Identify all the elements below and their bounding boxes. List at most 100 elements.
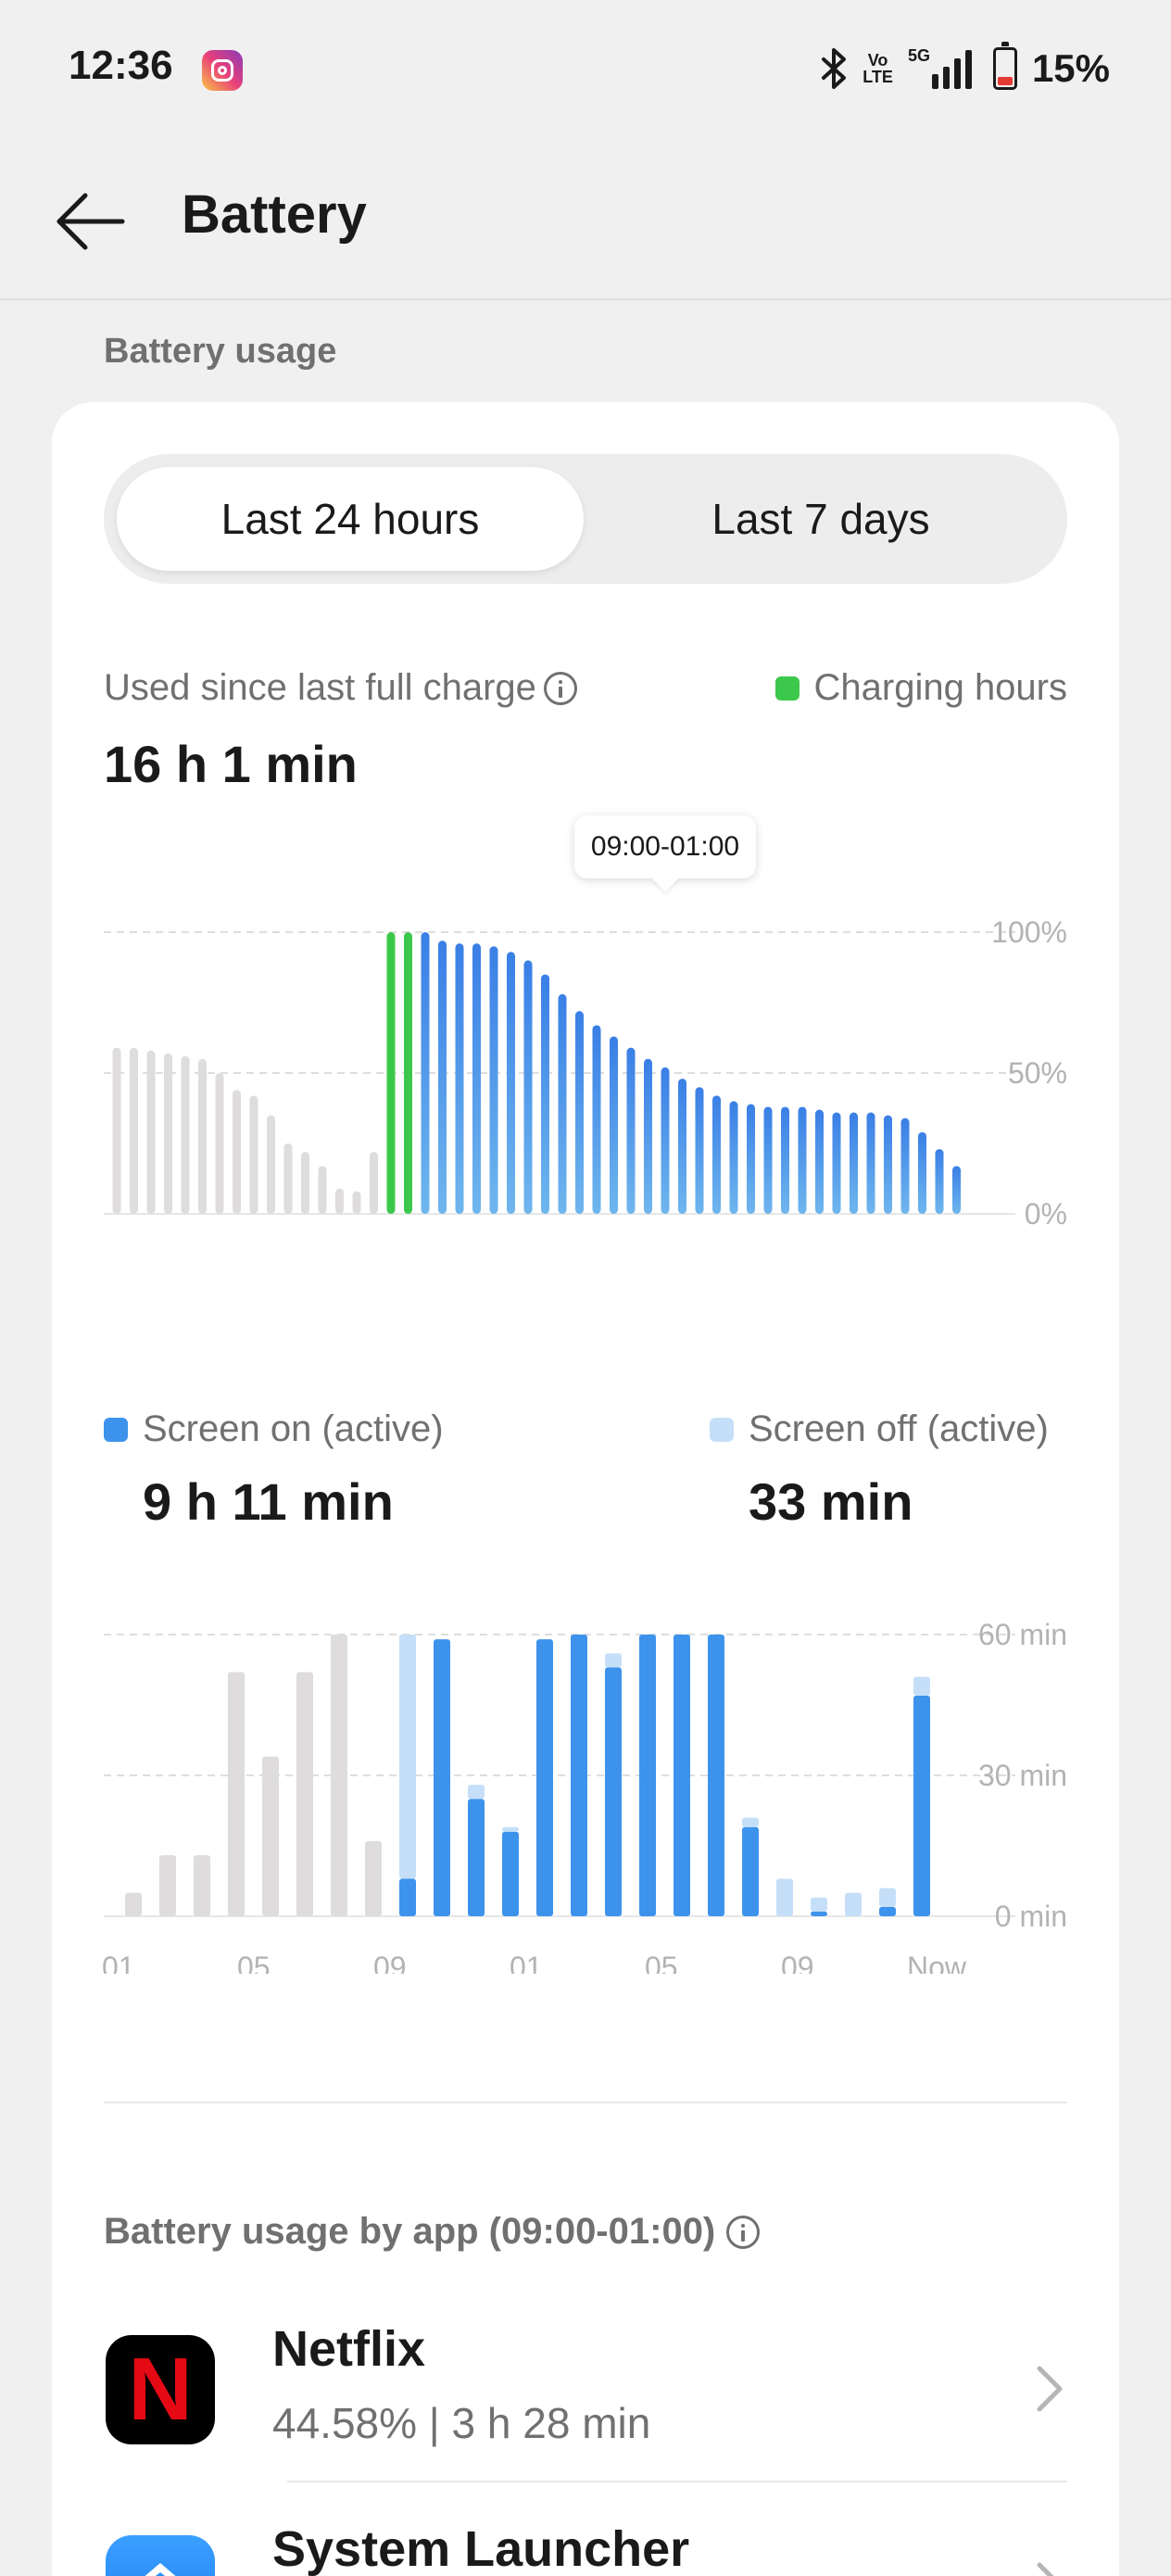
battery-bar-active <box>695 1087 704 1214</box>
x-tick-label: Now <box>907 1951 967 1974</box>
app-header: Battery <box>0 139 1171 300</box>
screen-bar-off <box>605 1653 622 1668</box>
screen-time-chart[interactable]: 60 min30 min0 min01PM050901AM0509Now <box>52 1594 1119 1974</box>
battery-bar-past <box>318 1166 327 1214</box>
x-tick-label: 09 <box>781 1250 814 1251</box>
battery-bar-active <box>866 1112 875 1214</box>
screen-bar-inactive <box>125 1892 142 1916</box>
app-row-system-launcher[interactable]: System Launcher <box>52 2478 1119 2576</box>
x-tick-label: 09 <box>781 1951 814 1974</box>
screen-bar-on <box>674 1635 690 1916</box>
battery-bar-past <box>112 1047 121 1214</box>
battery-bar-active <box>712 1095 721 1214</box>
battery-usage-card: Last 24 hours Last 7 days Used since las… <box>52 402 1119 2576</box>
chevron-right-icon <box>1037 2366 1063 2412</box>
battery-bar-past <box>181 1055 190 1214</box>
x-tick-label: 05 <box>237 1250 271 1251</box>
battery-bar-active <box>523 960 533 1214</box>
screen-on-label: Screen on (active) <box>143 1408 444 1449</box>
back-arrow-icon[interactable] <box>50 180 133 263</box>
app-name: System Launcher <box>272 2521 690 2576</box>
status-bar: 12:36 Vo LTE 5G 15% <box>0 0 1171 139</box>
x-tick-label: 01 <box>510 1951 543 1974</box>
screen-bar-on <box>742 1826 759 1916</box>
battery-bar-active <box>781 1106 789 1214</box>
battery-bar-active <box>678 1079 686 1214</box>
app-usage-stats: 44.58% | 3 h 28 min <box>272 2399 651 2447</box>
range-segmented-control: Last 24 hours Last 7 days <box>104 454 1067 584</box>
battery-bar-active <box>558 993 567 1214</box>
tab-last-24-hours[interactable]: Last 24 hours <box>117 467 584 571</box>
screen-bar-on <box>434 1639 450 1916</box>
screen-on-legend: Screen on (active) <box>104 1408 444 1450</box>
page-title: Battery <box>182 184 367 245</box>
battery-bar-active <box>747 1104 755 1214</box>
info-icon[interactable] <box>543 671 577 705</box>
info-icon[interactable] <box>726 2215 761 2249</box>
battery-bar-past <box>233 1090 241 1214</box>
battery-bar-past <box>283 1143 293 1214</box>
section-divider <box>104 2102 1067 2103</box>
battery-bar-active <box>832 1112 841 1214</box>
y-tick-label: 50% <box>1008 1056 1067 1090</box>
used-since-text: Used since last full charge <box>104 667 536 708</box>
screen-bar-inactive <box>262 1756 279 1916</box>
y-tick-label: 30 min <box>978 1759 1067 1792</box>
battery-icon <box>992 42 1017 90</box>
x-tick-label: Now <box>907 1250 967 1251</box>
battery-bar-active <box>798 1106 807 1214</box>
screen-bar-inactive <box>365 1840 382 1916</box>
battery-bar-past <box>146 1050 156 1214</box>
screen-bar-on <box>708 1635 724 1916</box>
battery-bar-charging <box>386 932 396 1214</box>
instagram-icon <box>202 50 243 91</box>
y-tick-label: 0% <box>1025 1197 1067 1231</box>
battery-bar-past <box>267 1115 275 1214</box>
screen-bar-off <box>776 1878 793 1916</box>
screen-bar-on <box>571 1635 587 1916</box>
usage-by-app-text: Battery usage by app (09:00-01:00) <box>104 2211 716 2252</box>
battery-bar-active <box>918 1131 926 1214</box>
battery-bar-active <box>472 943 481 1214</box>
tab-last-7-days[interactable]: Last 7 days <box>587 467 1054 571</box>
screen-bar-inactive <box>331 1635 347 1916</box>
screen-bar-off <box>468 1785 485 1799</box>
battery-level-chart[interactable]: 100%50%0%01PM050901AM0509Now <box>52 862 1119 1251</box>
screen-bar-on <box>468 1799 485 1916</box>
launcher-icon <box>106 2535 215 2576</box>
screen-bar-off <box>845 1892 862 1916</box>
chevron-right-icon <box>1037 2562 1054 2576</box>
screen-bar-on <box>502 1831 519 1916</box>
x-tick-label: 09 <box>373 1951 407 1974</box>
5g-signal-icon: 5G <box>908 46 978 91</box>
charging-legend: Charging hours <box>774 667 1067 709</box>
battery-bar-active <box>850 1112 858 1214</box>
screen-bar-on <box>879 1906 896 1916</box>
battery-bar-past <box>335 1188 344 1214</box>
battery-bar-past <box>249 1095 258 1214</box>
y-tick-label: 60 min <box>978 1618 1067 1651</box>
battery-bar-active <box>952 1166 961 1214</box>
battery-bar-active <box>575 1011 584 1214</box>
netflix-logo-letter: N <box>128 2340 193 2439</box>
section-label-battery-usage: Battery usage <box>104 332 337 371</box>
battery-bar-active <box>815 1109 824 1214</box>
battery-bar-active <box>900 1118 910 1214</box>
battery-bar-active <box>438 941 447 1214</box>
battery-bar-active <box>541 974 549 1214</box>
netflix-icon: N <box>106 2335 215 2444</box>
used-since-label: Used since last full charge <box>104 667 577 709</box>
battery-bar-past <box>352 1191 361 1214</box>
used-since-value: 16 h 1 min <box>104 735 358 793</box>
screen-off-value: 33 min <box>749 1472 913 1531</box>
battery-bar-past <box>164 1053 172 1214</box>
bluetooth-icon <box>822 48 847 89</box>
screen-on-value: 9 h 11 min <box>143 1472 394 1531</box>
y-tick-label: 100% <box>991 915 1067 949</box>
app-row-netflix[interactable]: N Netflix 44.58% | 3 h 28 min <box>52 2283 1119 2496</box>
screen-bar-inactive <box>194 1855 210 1916</box>
screen-bar-on <box>399 1878 416 1916</box>
battery-bar-active <box>489 946 498 1214</box>
battery-bar-active <box>421 932 430 1214</box>
screen-bar-off <box>913 1676 930 1696</box>
